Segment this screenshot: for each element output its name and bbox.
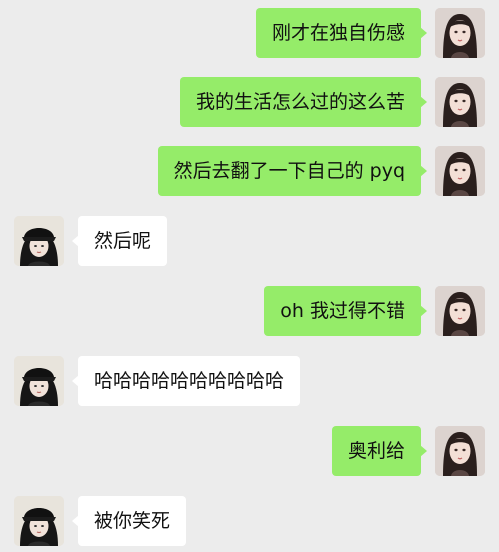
my-avatar-icon[interactable] [435, 77, 485, 127]
message-bubble[interactable]: 我的生活怎么过的这么苦 [179, 77, 428, 127]
message-bubble[interactable]: 然后呢 [71, 216, 168, 266]
message-bubble[interactable]: 然后去翻了一下自己的 pyq [157, 146, 428, 196]
message-row-outgoing: oh 我过得不错 [0, 286, 499, 338]
message-row-incoming: 哈哈哈哈哈哈哈哈哈哈 [0, 356, 499, 408]
message-row-outgoing: 我的生活怎么过的这么苦 [0, 77, 499, 129]
message-row-incoming: 被你笑死 [0, 496, 499, 548]
message-row-outgoing: 刚才在独自伤感 [0, 8, 499, 60]
my-avatar-icon[interactable] [435, 286, 485, 336]
message-bubble[interactable]: 奥利给 [331, 426, 428, 476]
message-bubble[interactable]: 刚才在独自伤感 [255, 8, 428, 58]
message-row-incoming: 然后呢 [0, 216, 499, 268]
message-row-outgoing: 然后去翻了一下自己的 pyq [0, 146, 499, 198]
my-avatar-icon[interactable] [435, 146, 485, 196]
my-avatar-icon[interactable] [435, 8, 485, 58]
chat-message-list[interactable]: 刚才在独自伤感 我的生活怎么过的这么苦 然后去翻了一下自己的 pyq 然后呢 o… [0, 0, 499, 552]
friend-avatar-icon[interactable] [14, 356, 64, 406]
message-row-outgoing: 奥利给 [0, 426, 499, 478]
friend-avatar-icon[interactable] [14, 216, 64, 266]
friend-avatar-icon[interactable] [14, 496, 64, 546]
message-bubble[interactable]: 被你笑死 [71, 496, 187, 546]
my-avatar-icon[interactable] [435, 426, 485, 476]
message-bubble[interactable]: oh 我过得不错 [264, 286, 427, 336]
message-bubble[interactable]: 哈哈哈哈哈哈哈哈哈哈 [71, 356, 301, 406]
